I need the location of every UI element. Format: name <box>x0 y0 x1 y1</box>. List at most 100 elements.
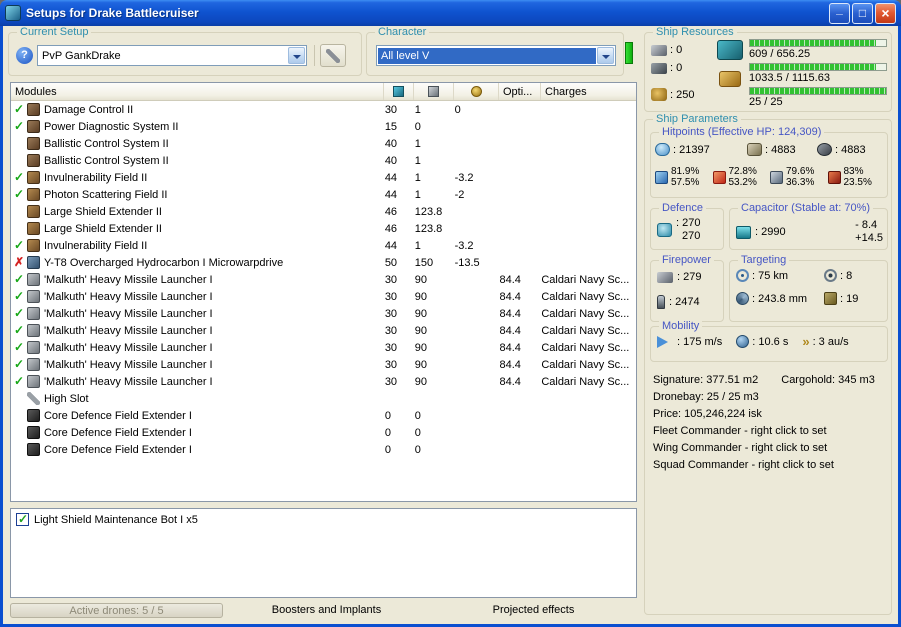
thermal-armor-resist: 53.2% <box>728 177 757 188</box>
module-type-icon <box>26 375 40 388</box>
minimize-button[interactable] <box>829 2 850 24</box>
module-name: 'Malkuth' Heavy Missile Launcher I <box>43 290 213 303</box>
module-row[interactable]: ✓ 'Malkuth' Heavy Missile Launcher I 30 … <box>11 322 636 339</box>
modules-column-header[interactable]: Modules <box>11 83 384 100</box>
module-name: Large Shield Extender II <box>43 222 162 235</box>
module-row[interactable]: Ballistic Control System II 40 1 <box>11 152 636 169</box>
drone-bandwidth-bar <box>749 87 887 95</box>
module-name: 'Malkuth' Heavy Missile Launcher I <box>43 273 213 286</box>
character-combobox[interactable]: All level V <box>376 45 616 66</box>
character-dropdown-arrow-icon[interactable] <box>597 47 614 64</box>
module-row[interactable]: Core Defence Field Extender I 0 0 <box>11 441 636 458</box>
defence-bottom-value: 270 <box>682 230 701 242</box>
capacitor-icon <box>736 225 751 239</box>
close-button[interactable] <box>875 2 896 24</box>
cpu-chip-icon <box>717 40 743 60</box>
module-row[interactable]: ✓ Invulnerability Field II 44 1 -3.2 <box>11 237 636 254</box>
module-row[interactable]: ✓ Photon Scattering Field II 44 1 -2 <box>11 186 636 203</box>
module-charge-value: Caldari Navy Sc... <box>541 273 630 286</box>
powergrid-column-header[interactable] <box>414 83 454 100</box>
window-content: Current Setup PvP GankDrake Character Al… <box>3 26 898 624</box>
setup-combobox[interactable]: PvP GankDrake <box>37 45 307 66</box>
module-row[interactable]: ✓ 'Malkuth' Heavy Missile Launcher I 30 … <box>11 271 636 288</box>
module-row[interactable]: Ballistic Control System II 40 1 <box>11 135 636 152</box>
module-row[interactable]: ✗ Y-T8 Overcharged Hydrocarbon I Microwa… <box>11 254 636 271</box>
drone-item[interactable]: Light Shield Maintenance Bot I x5 <box>16 512 631 526</box>
module-status-icon: ✓ <box>13 119 24 133</box>
module-row[interactable]: ✓ 'Malkuth' Heavy Missile Launcher I 30 … <box>11 288 636 305</box>
module-row[interactable]: ✓ 'Malkuth' Heavy Missile Launcher I 30 … <box>11 373 636 390</box>
module-powergrid-value: 90 <box>414 358 427 371</box>
divider <box>314 45 315 66</box>
charges-column-header[interactable]: Charges <box>541 83 636 100</box>
module-cpu-value: 44 <box>384 239 398 252</box>
module-row[interactable]: High Slot <box>11 390 636 407</box>
module-powergrid-value: 1 <box>414 154 421 167</box>
capacitor-column-header[interactable] <box>454 83 499 100</box>
module-row[interactable]: Large Shield Extender II 46 123.8 <box>11 203 636 220</box>
fleet-commander-text[interactable]: Fleet Commander - right click to set <box>653 423 887 440</box>
module-powergrid-value: 1 <box>414 188 421 201</box>
module-powergrid-value: 0 <box>414 120 421 133</box>
module-charge-value: Caldari Navy Sc... <box>541 375 630 388</box>
setup-tools-button[interactable] <box>320 44 346 67</box>
restore-button[interactable] <box>852 2 873 24</box>
module-capacitor-value: -3.2 <box>454 239 474 252</box>
module-row[interactable]: Core Defence Field Extender I 0 0 <box>11 407 636 424</box>
warp-speed-icon <box>802 335 809 348</box>
close-icon <box>881 7 889 21</box>
optimal-column-header[interactable]: Opti... <box>499 83 541 100</box>
module-row[interactable]: Core Defence Field Extender I 0 0 <box>11 424 636 441</box>
module-row[interactable]: ✓ 'Malkuth' Heavy Missile Launcher I 30 … <box>11 356 636 373</box>
module-row[interactable]: ✓ 'Malkuth' Heavy Missile Launcher I 30 … <box>11 305 636 322</box>
wing-commander-text[interactable]: Wing Commander - right click to set <box>653 440 887 457</box>
window-title: Setups for Drake Battlecruiser <box>26 6 199 20</box>
module-status-icon: ✓ <box>13 289 24 303</box>
module-row[interactable]: Large Shield Extender II 46 123.8 <box>11 220 636 237</box>
speed-stat: : 175 m/s <box>657 335 722 348</box>
volley-value: : 279 <box>677 271 702 283</box>
dps-value: : 2474 <box>669 296 700 308</box>
module-row[interactable]: ✓ Damage Control II 30 1 0 <box>11 101 636 118</box>
module-row[interactable]: ✓ Power Diagnostic System II 15 0 <box>11 118 636 135</box>
setup-dropdown-arrow-icon[interactable] <box>288 47 305 64</box>
module-name: Ballistic Control System II <box>43 137 169 150</box>
squad-commander-text[interactable]: Squad Commander - right click to set <box>653 457 887 474</box>
titlebar[interactable]: Setups for Drake Battlecruiser <box>0 0 901 26</box>
module-cpu-value: 30 <box>384 307 398 320</box>
module-cpu-value: 50 <box>384 256 398 269</box>
firepower-label: Firepower <box>659 254 714 266</box>
wrench-icon <box>326 48 340 63</box>
turret-damage-icon <box>657 271 673 283</box>
capacitor-group: Capacitor (Stable at: 70%) : 2990 - 8.4 … <box>729 202 888 250</box>
align-time-stat: : 10.6 s <box>736 335 788 348</box>
module-type-icon <box>26 205 40 218</box>
capacitor-stat: : 2990 - 8.4 +14.5 <box>736 219 883 245</box>
tab-boosters-implants[interactable]: Boosters and Implants <box>223 604 430 616</box>
module-row[interactable]: ✓ 'Malkuth' Heavy Missile Launcher I 30 … <box>11 339 636 356</box>
module-cpu-value: 30 <box>384 375 398 388</box>
module-cpu-value: 46 <box>384 205 398 218</box>
modules-rows: ✓ Damage Control II 30 1 0 ✓ Power Diagn… <box>11 101 636 458</box>
module-status-icon: ✓ <box>13 374 24 388</box>
capacitor-recharge: +14.5 <box>855 232 883 244</box>
armor-hp-value: : 4883 <box>765 143 796 156</box>
drone-bandwidth-text: 25 / 25 <box>749 96 783 108</box>
tab-projected-effects[interactable]: Projected effects <box>430 604 637 616</box>
speed-icon <box>657 335 674 348</box>
module-type-icon <box>26 103 40 116</box>
module-row[interactable]: ✓ Invulnerability Field II 44 1 -3.2 <box>11 169 636 186</box>
volley-stat: : 279 <box>657 271 701 283</box>
mobility-group: Mobility : 175 m/s : 10.6 s : 3 au/s <box>650 320 888 362</box>
module-charge-value: Caldari Navy Sc... <box>541 324 630 337</box>
explosive-armor-resist: 23.5% <box>843 177 872 188</box>
module-name: High Slot <box>43 392 89 405</box>
powergrid-icon <box>428 86 439 97</box>
modules-table: Modules Opti... Charges ✓ Damage Control… <box>10 82 637 502</box>
module-type-icon <box>26 324 40 337</box>
cpu-column-header[interactable] <box>384 83 414 100</box>
tab-active-drones[interactable]: Active drones: 5 / 5 <box>10 602 223 618</box>
drone-checkbox[interactable] <box>16 512 29 526</box>
module-powergrid-value: 90 <box>414 375 427 388</box>
help-icon[interactable] <box>16 47 33 64</box>
